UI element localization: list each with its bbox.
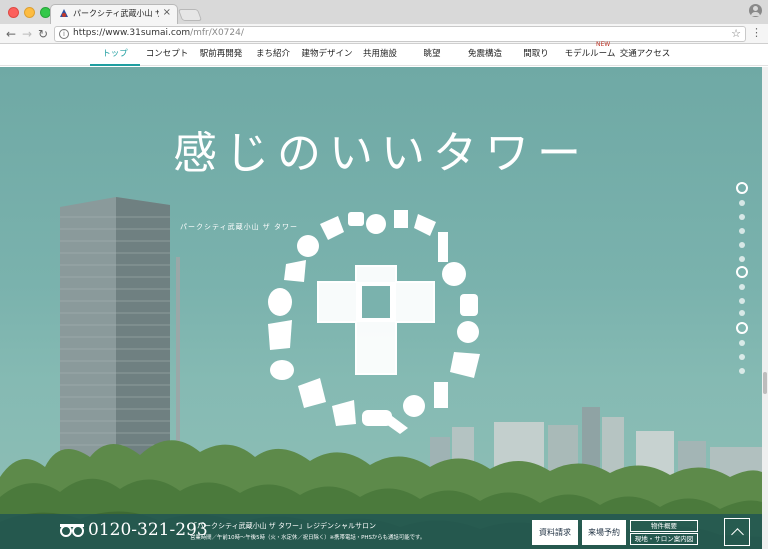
- reload-icon[interactable]: ↻: [36, 26, 50, 42]
- minimize-window-icon[interactable]: [24, 7, 35, 18]
- visit-reservation-button[interactable]: 来場予約: [582, 520, 626, 545]
- pager-dot-12[interactable]: [739, 340, 745, 346]
- pager-dot-2[interactable]: [739, 200, 745, 206]
- site-map-button[interactable]: 現地・サロン案内図: [630, 533, 698, 545]
- tab-close-icon[interactable]: ×: [163, 7, 171, 18]
- scroll-to-top-button[interactable]: [724, 518, 750, 546]
- free-dial-icon: [60, 524, 84, 537]
- page-scrollbar-thumb[interactable]: [763, 372, 767, 394]
- pager-dot-4[interactable]: [739, 228, 745, 234]
- pager-dot-3[interactable]: [739, 214, 745, 220]
- page-scrollbar-track[interactable]: [762, 67, 768, 549]
- hero-section: 感じのいいタワー パークシティ武蔵小山 ザ タワー: [0, 67, 762, 549]
- url-path: /mfr/X0724/: [190, 28, 244, 38]
- close-window-icon[interactable]: [8, 7, 19, 18]
- nav-floorplan[interactable]: 間取り: [514, 44, 558, 66]
- pager-dot-14[interactable]: [739, 368, 745, 374]
- pager-dot-10[interactable]: [739, 310, 745, 316]
- property-summary-button[interactable]: 物件概要: [630, 520, 698, 532]
- nav-building-design[interactable]: 建物デザイン: [298, 44, 356, 66]
- url-text: https://www.31sumai.com/mfr/X0724/: [73, 28, 244, 38]
- pager-dot-13[interactable]: [739, 354, 745, 360]
- nav-shared-facilities[interactable]: 共用施設: [358, 44, 402, 66]
- address-bar[interactable]: i https://www.31sumai.com/mfr/X0724/ ☆: [54, 26, 746, 42]
- tab-title: パークシティ武蔵小山 ザ タワー: [73, 9, 159, 18]
- nav-concept[interactable]: コンセプト: [142, 44, 192, 66]
- url-host: https://www.31sumai.com: [73, 28, 191, 38]
- pager-dot-9[interactable]: [739, 298, 745, 304]
- nav-view[interactable]: 眺望: [410, 44, 454, 66]
- browser-menu-icon[interactable]: ⋮: [751, 27, 762, 39]
- profile-icon[interactable]: [749, 4, 762, 17]
- bookmark-star-icon[interactable]: ☆: [731, 27, 741, 40]
- hero-headline: 感じのいいタワー: [173, 128, 589, 179]
- new-badge: NEW: [596, 41, 611, 48]
- browser-tab-active[interactable]: パークシティ武蔵小山 ザ タワー ×: [50, 4, 178, 24]
- browser-toolbar: ← → ↻ i https://www.31sumai.com/mfr/X072…: [0, 24, 768, 44]
- info-icon[interactable]: i: [59, 29, 69, 39]
- site-favicon-icon: [60, 9, 68, 17]
- request-documents-button[interactable]: 資料請求: [532, 520, 578, 545]
- nav-seismic[interactable]: 免震構造: [462, 44, 508, 66]
- browser-tab-bar: パークシティ武蔵小山 ザ タワー ×: [0, 0, 768, 24]
- back-arrow-icon[interactable]: ←: [4, 26, 18, 42]
- nav-access[interactable]: 交通アクセス: [618, 44, 672, 66]
- pager-dot-6[interactable]: [739, 256, 745, 262]
- pager-dot-7[interactable]: [736, 266, 748, 278]
- pager-dot-5[interactable]: [739, 242, 745, 248]
- pager-dot-1[interactable]: [736, 182, 748, 194]
- salon-name: 「パークシティ武蔵小山 ザ タワー」レジデンシャルサロン: [190, 522, 377, 530]
- nav-town[interactable]: まち紹介: [250, 44, 296, 66]
- lifestyle-cross-emblem-icon: [268, 210, 480, 434]
- new-tab-button[interactable]: [177, 9, 203, 21]
- pager-dot-8[interactable]: [739, 284, 745, 290]
- nav-redevelopment[interactable]: 駅前再開発: [196, 44, 246, 66]
- nav-top[interactable]: トップ: [90, 44, 140, 66]
- pager-dot-11[interactable]: [736, 322, 748, 334]
- forward-arrow-icon[interactable]: →: [20, 26, 34, 42]
- business-hours: 営業時間／午前10時〜午後5時（火・水定休／祝日除く）※携帯電話・PHSからも通…: [190, 535, 426, 541]
- site-navigation: トップ コンセプト 駅前再開発 まち紹介 建物デザイン 共用施設 眺望 免震構造…: [0, 44, 768, 66]
